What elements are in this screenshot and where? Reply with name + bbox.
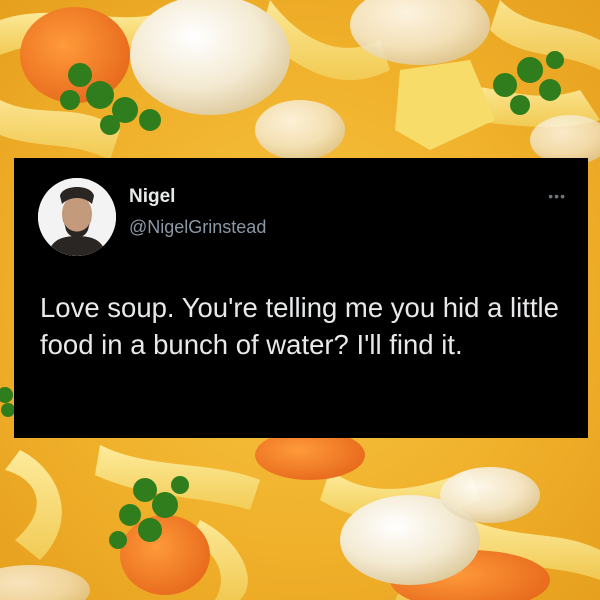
more-horizontal-icon[interactable]: •••: [548, 188, 566, 204]
profile-photo-icon: [38, 178, 116, 256]
display-name[interactable]: Nigel: [129, 186, 175, 208]
chicken-piece: [130, 0, 290, 115]
carrot-slice: [20, 7, 130, 103]
chicken-piece: [440, 467, 540, 523]
user-handle[interactable]: @NigelGrinstead: [129, 217, 266, 238]
carrot-slice: [120, 515, 210, 595]
tweet-text: Love soup. You're telling me you hid a l…: [40, 292, 559, 360]
tweet-card: Nigel @NigelGrinstead ••• Love soup. You…: [14, 158, 588, 438]
avatar[interactable]: [38, 178, 116, 256]
chicken-piece: [255, 100, 345, 160]
